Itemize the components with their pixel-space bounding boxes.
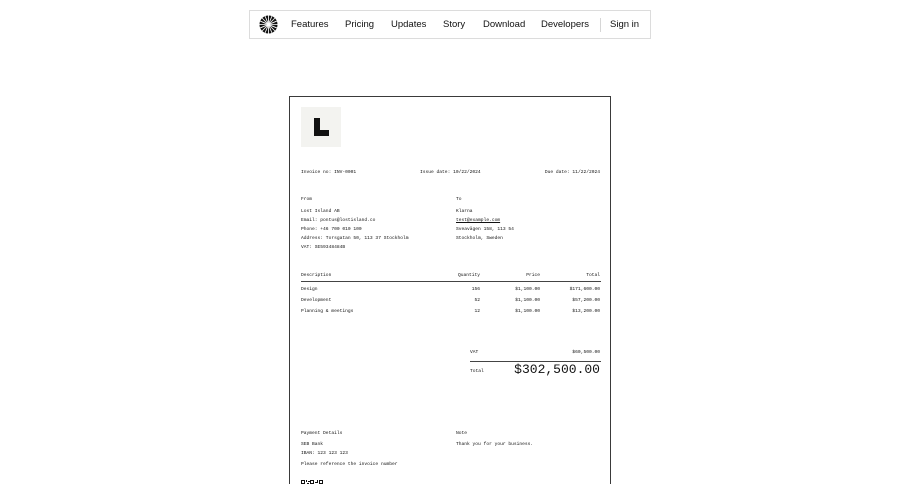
note-text: Thank you for your business. — [456, 442, 534, 447]
to-name: Klarna — [456, 209, 473, 214]
company-logo — [301, 107, 341, 147]
sign-in-link[interactable]: Sign in — [610, 11, 639, 39]
row-quantity: 12 — [474, 309, 480, 314]
row-total: $13,200.00 — [572, 309, 600, 314]
flower-logo-icon[interactable] — [259, 15, 278, 34]
vat-label: VAT — [470, 350, 479, 355]
to-line: Stockholm, Sweden — [456, 236, 503, 241]
invoice-number: Invoice no: INV-0001 — [301, 170, 357, 175]
from-line: Lost Island AB — [301, 209, 340, 214]
payment-reference: Please reference the invoice number — [301, 462, 398, 467]
row-total: $57,200.00 — [572, 298, 600, 303]
row-price: $1,100.00 — [515, 309, 540, 314]
top-navigation: Features Pricing Updates Story Download … — [249, 10, 651, 39]
row-price: $1,100.00 — [515, 287, 540, 292]
col-total-header: Total — [586, 273, 600, 278]
total-label: Total — [470, 369, 484, 374]
row-description: Development — [301, 298, 332, 303]
nav-pricing[interactable]: Pricing — [345, 11, 374, 39]
to-email-link[interactable]: test@example.com — [456, 218, 500, 224]
from-line: Address: Torsgatan 50, 113 37 Stockholm — [301, 236, 409, 241]
from-line: VAT: SE59348484B — [301, 245, 346, 250]
invoice-document: Invoice no: INV-0001 Issue date: 10/22/2… — [289, 96, 611, 484]
to-heading: To — [456, 197, 462, 202]
row-quantity: 156 — [471, 287, 480, 292]
note-heading: Note — [456, 431, 468, 436]
row-price: $1,100.00 — [515, 298, 540, 303]
grand-total-value: $302,500.00 — [514, 362, 600, 377]
col-description-header: Description — [301, 273, 332, 278]
nav-divider — [600, 18, 601, 32]
nav-download[interactable]: Download — [483, 11, 525, 39]
nav-developers[interactable]: Developers — [541, 11, 589, 39]
to-line: Sveavägen 158, 113 54 — [456, 227, 514, 232]
payment-heading: Payment Details — [301, 431, 343, 436]
row-total: $171,600.00 — [569, 287, 600, 292]
from-heading: From — [301, 197, 313, 202]
from-line: Email: pontus@lostisland.co — [301, 218, 376, 223]
qr-code-icon — [301, 480, 323, 484]
due-date: Due date: 11/22/2024 — [544, 170, 600, 175]
row-quantity: 52 — [474, 298, 480, 303]
nav-updates[interactable]: Updates — [391, 11, 426, 39]
vat-value: $60,500.00 — [572, 350, 600, 355]
issue-date: Issue date: 10/22/2024 — [420, 170, 481, 175]
from-line: Phone: +46 700 010 100 — [301, 227, 362, 232]
col-quantity-header: Quantity — [457, 273, 480, 278]
col-price-header: Price — [526, 273, 540, 278]
payment-line: SEB Bank — [301, 442, 324, 447]
nav-features[interactable]: Features — [291, 11, 329, 39]
payment-line: IBAN: 123 123 123 — [301, 451, 348, 456]
nav-story[interactable]: Story — [443, 11, 465, 39]
row-description: Planning & meetings — [301, 309, 354, 314]
row-description: Design — [301, 287, 318, 292]
table-divider — [301, 281, 601, 282]
